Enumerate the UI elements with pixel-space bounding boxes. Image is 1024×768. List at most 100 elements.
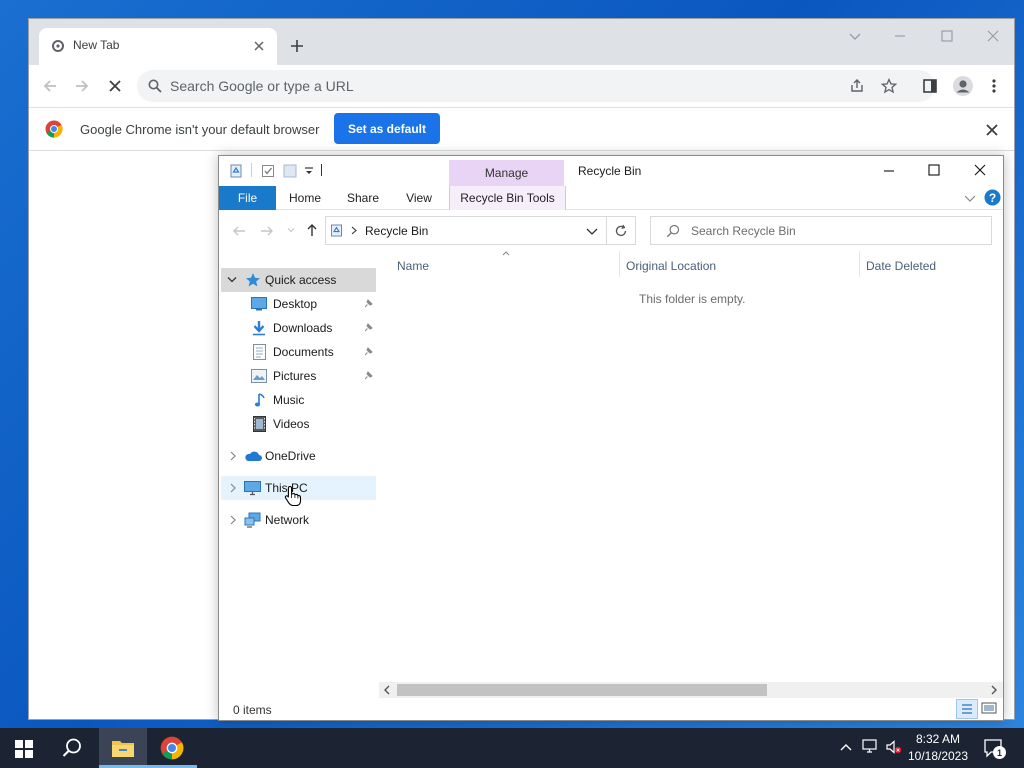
collapsed-chevron-right-icon[interactable] [229,515,237,525]
horizontal-scrollbar[interactable] [379,682,1003,698]
expanded-chevron-icon[interactable] [227,276,237,284]
customize-qat-chevron-icon[interactable] [304,166,314,176]
refresh-icon [614,224,628,238]
empty-folder-message: This folder is empty. [639,292,746,306]
chrome-tab-new-tab[interactable]: New Tab [39,28,277,65]
refresh-button[interactable] [607,216,636,245]
nav-forward-arrow-icon[interactable] [259,223,275,239]
back-arrow-icon[interactable] [41,77,59,95]
set-as-default-button[interactable]: Set as default [334,113,440,144]
volume-muted-icon[interactable] [885,739,903,755]
explorer-minimize-icon[interactable] [883,165,895,177]
new-tab-plus-icon[interactable] [289,38,305,54]
ribbon-tab-view[interactable]: View [397,186,441,210]
show-hidden-icons-chevron-icon[interactable] [839,742,853,752]
nav-label-quick-access: Quick access [265,273,337,287]
search-recycle-bin-input[interactable]: Search Recycle Bin [650,216,992,245]
taskbar: 8:32 AM 10/18/2023 1 [0,728,1024,768]
pin-icon[interactable] [363,299,373,309]
column-header-date-deleted[interactable]: Date Deleted [866,259,936,273]
scroll-right-arrow-icon[interactable] [990,685,998,695]
side-panel-icon[interactable] [922,78,938,94]
pin-icon[interactable] [363,347,373,357]
tab-close-icon[interactable] [251,38,267,54]
chrome-logo-icon [45,120,63,138]
breadcrumb-current[interactable]: Recycle Bin [365,224,428,238]
manage-contextual-group: Manage [449,160,564,186]
collapsed-chevron-right-icon[interactable] [229,451,237,461]
network-globe-icon [244,512,261,528]
infobar-close-icon[interactable] [985,123,999,137]
forward-arrow-icon[interactable] [73,77,91,95]
column-divider[interactable] [619,251,620,277]
bookmark-star-icon[interactable] [881,78,897,94]
details-view-button[interactable] [956,699,978,719]
start-windows-logo-icon[interactable] [15,740,33,758]
share-icon[interactable] [849,78,865,94]
chrome-close-icon[interactable] [986,29,1000,43]
column-header-original-location[interactable]: Original Location [626,259,716,273]
nav-item-downloads[interactable]: Downloads [221,316,376,340]
ribbon-tab-home[interactable]: Home [281,186,329,210]
tab-loading-favicon-icon [51,39,65,53]
nav-item-pictures[interactable]: Pictures [221,364,376,388]
up-arrow-icon[interactable] [304,222,320,238]
ribbon-tab-share[interactable]: Share [337,186,389,210]
explorer-maximize-icon[interactable] [928,164,940,176]
taskbar-search-icon[interactable] [61,737,83,759]
nav-item-videos[interactable]: Videos [221,412,376,436]
scroll-left-arrow-icon[interactable] [383,685,391,695]
navigation-pane: Quick access Desktop Downloads Documents… [219,264,377,674]
item-count: 0 items [233,703,272,717]
address-history-chevron-icon[interactable] [586,226,598,236]
action-center-notification-icon[interactable]: 1 [983,738,1006,759]
nav-item-documents[interactable]: Documents [221,340,376,364]
nav-back-arrow-icon[interactable] [231,223,247,239]
pin-icon[interactable] [363,371,373,381]
nav-label-network: Network [265,513,310,527]
nav-item-music[interactable]: Music [221,388,376,412]
clock-time[interactable]: 8:32 AM [904,732,972,746]
omnibox[interactable]: Search Google or type a URL [137,70,935,102]
explorer-close-icon[interactable] [974,164,986,176]
column-divider[interactable] [859,251,860,277]
profile-avatar-icon[interactable] [952,75,974,97]
ribbon-tab-file[interactable]: File [219,186,276,210]
large-icons-view-icon[interactable] [981,701,997,715]
help-icon[interactable]: ? [984,189,1001,206]
address-bar[interactable]: Recycle Bin [325,216,607,245]
recycle-bin-icon [229,164,243,178]
pin-icon[interactable] [363,323,373,333]
tab-search-chevron-down-icon[interactable] [848,29,862,43]
collapsed-chevron-right-icon[interactable] [229,483,237,493]
tab-title: New Tab [73,38,120,52]
scrollbar-thumb[interactable] [397,684,767,696]
stop-loading-close-icon[interactable] [106,77,124,95]
ribbon-tab-recycle-bin-tools[interactable]: Recycle Bin Tools [449,186,566,210]
new-folder-icon[interactable] [283,164,297,178]
chrome-maximize-icon[interactable] [940,29,954,43]
expand-ribbon-chevron-icon[interactable] [964,193,976,203]
infobar-message: Google Chrome isn't your default browser [80,122,320,137]
nav-item-network[interactable]: Network [221,508,376,532]
menu-kebab-icon[interactable] [990,78,998,94]
taskbar-chrome-button[interactable] [147,728,197,768]
documents-page-icon [253,344,266,360]
properties-check-icon[interactable] [261,164,275,178]
breadcrumb-chevron-right-icon[interactable] [350,226,358,235]
recent-locations-chevron-icon[interactable] [287,226,295,234]
nav-item-desktop[interactable]: Desktop [221,292,376,316]
nav-label-pictures: Pictures [273,369,317,383]
search-placeholder: Search Recycle Bin [691,224,796,238]
column-header-name[interactable]: Name [397,259,429,273]
music-note-icon [254,392,266,408]
clock-date[interactable]: 10/18/2023 [904,749,972,763]
chrome-minimize-icon[interactable] [893,29,907,43]
nav-item-quick-access[interactable]: Quick access [221,268,376,292]
taskbar-file-explorer-button[interactable] [99,728,147,768]
nav-label-documents: Documents [273,345,334,359]
nav-item-onedrive[interactable]: OneDrive [221,444,376,468]
chrome-tab-strip: New Tab [29,19,1014,65]
network-status-icon[interactable] [862,739,880,755]
sort-ascending-chevron-icon [502,250,510,256]
